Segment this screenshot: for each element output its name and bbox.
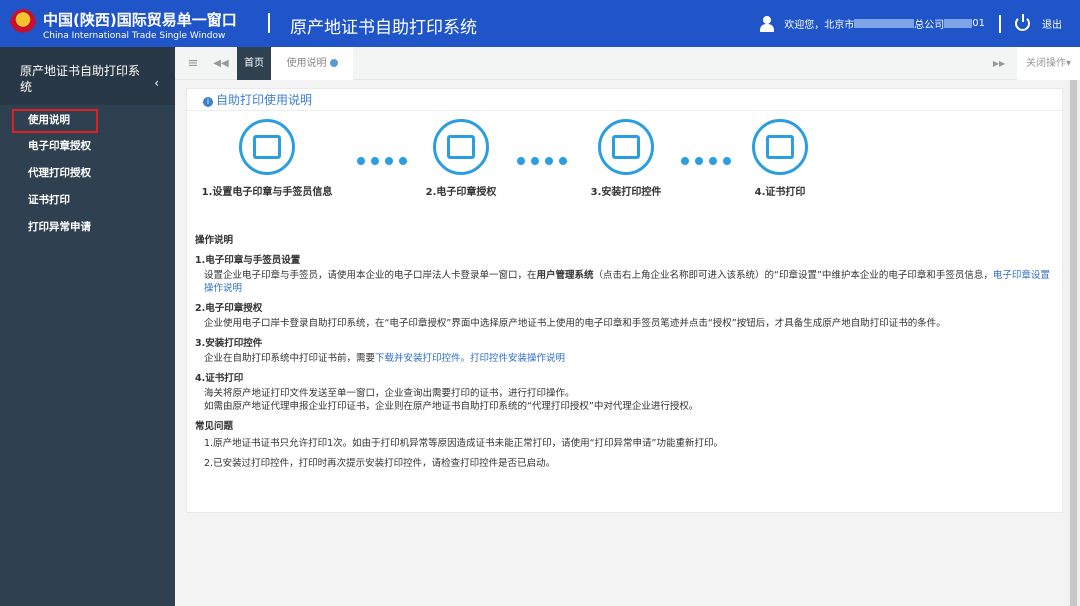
- info-icon: i: [203, 97, 213, 107]
- install-guide-link[interactable]: 打印控件安装操作说明: [470, 353, 565, 364]
- sidebar-item-label: 打印异常申请: [28, 221, 91, 233]
- sidebar-item-label: 使用说明: [28, 114, 70, 126]
- divider: [268, 13, 270, 33]
- menu-toggle-icon[interactable]: ≡: [183, 47, 203, 80]
- welcome-text[interactable]: 欢迎您，北京市: [784, 16, 854, 31]
- sidebar-item-usage[interactable]: 使用说明: [12, 109, 98, 133]
- sidebar-item-seal-auth[interactable]: 电子印章授权: [0, 133, 175, 160]
- tab-home[interactable]: 首页: [237, 47, 271, 80]
- document-view-icon: [752, 119, 808, 175]
- sidebar-item-label: 证书打印: [28, 194, 70, 206]
- section-text: 企业使用电子口岸卡登录自助打印系统，在“电子印章授权”界面中选择原产地证书上使用…: [204, 318, 946, 329]
- redacted: [944, 19, 973, 28]
- tab-usage[interactable]: 使用说明: [271, 47, 353, 80]
- logout-button[interactable]: 退出: [1042, 16, 1062, 31]
- power-icon[interactable]: [1015, 14, 1030, 31]
- text: 企业在自助打印系统中打印证书前，需要: [204, 353, 376, 364]
- close-tab-icon[interactable]: [329, 59, 338, 67]
- brand: 中国(陕西)国际贸易单一窗口 China International Trade…: [43, 9, 237, 41]
- close-ops-dropdown[interactable]: 关闭操作▾: [1017, 47, 1080, 80]
- user-area: 欢迎您，北京市 总公司 01 退出: [760, 0, 1080, 47]
- step-1: 1.设置电子印章与手签员信息: [187, 119, 347, 198]
- help-panel: i 自助打印使用说明 1.设置电子印章与手签员信息 2.电子印章授权 3.安装打印…: [186, 88, 1063, 513]
- section-text: 设置企业电子印章与手签员，请使用本企业的电子口岸法人卡登录单一窗口，在用户管理系…: [195, 269, 1054, 295]
- scroll-left-icon[interactable]: ◀◀: [211, 47, 231, 80]
- sidebar-item-label: 代理打印授权: [28, 167, 91, 179]
- brand-en: China International Trade Single Window: [43, 31, 226, 41]
- sidebar-item-proxy-auth[interactable]: 代理打印授权: [0, 160, 175, 187]
- bold-text: 用户管理系统: [536, 270, 594, 281]
- text: （点击右上角企业名称即可进入该系统）的“印章设置”中维护本企业的电子印章和手签员…: [593, 270, 993, 281]
- text: 设置企业电子印章与手签员，请使用本企业的电子口岸法人卡登录单一窗口，在: [204, 270, 537, 281]
- user-id-text: 01: [972, 18, 985, 29]
- tab-label: 使用说明: [286, 58, 327, 69]
- section-title: 4.证书打印: [195, 373, 244, 384]
- section-text: 如需由原产地证代理申报企业打印证书，企业则在原产地证书自助打印系统的“代理打印授…: [204, 401, 699, 412]
- scrollbar[interactable]: [1067, 80, 1080, 606]
- sidebar-item-label: 电子印章授权: [28, 140, 91, 152]
- sidebar-item-print[interactable]: 证书打印: [0, 187, 175, 214]
- top-header: 中国(陕西)国际贸易单一窗口 China International Trade…: [0, 0, 1080, 47]
- download-control-link[interactable]: 下载并安装打印控件。: [375, 353, 470, 364]
- section-title: 1.电子印章与手签员设置: [195, 255, 301, 266]
- close-ops-label: 关闭操作: [1025, 58, 1066, 69]
- sidebar-title: 原产地证书自助打印系统 ‹: [0, 47, 175, 105]
- tab-bar: ≡ ◀◀ 首页 使用说明 ▶▶ 关闭操作▾: [175, 47, 1080, 80]
- chevron-left-icon[interactable]: ‹: [154, 75, 159, 91]
- section-text: 海关将原产地证打印文件发送至单一窗口，企业查询出需要打印的证书，进行打印操作。: [204, 388, 575, 399]
- system-title: 原产地证书自助打印系统: [290, 18, 477, 38]
- computer-settings-icon: [239, 119, 295, 175]
- brand-cn: 中国(陕西)国际贸易单一窗口: [43, 11, 237, 29]
- sidebar-title-text: 原产地证书自助打印系统: [20, 64, 141, 94]
- faq-heading: 常见问题: [195, 421, 234, 432]
- section-title: 2.电子印章授权: [195, 303, 263, 314]
- scrollbar-thumb[interactable]: [1070, 80, 1077, 606]
- sidebar: 原产地证书自助打印系统 ‹ 使用说明 电子印章授权 代理打印授权 证书打印 打印…: [0, 47, 175, 606]
- instructions: 操作说明 1.电子印章与手签员设置 设置企业电子印章与手签员，请使用本企业的电子…: [195, 227, 1054, 470]
- faq-item: 1.原产地证书证书只允许打印1次。如由于打印机异常等原因造成证书未能正常打印，请…: [204, 438, 723, 449]
- logo-icon: [10, 9, 36, 39]
- redacted: [854, 19, 915, 28]
- sidebar-item-exception[interactable]: 打印异常申请: [0, 214, 175, 241]
- keypad-touch-icon: [433, 119, 489, 175]
- section-title: 3.安装打印控件: [195, 338, 263, 349]
- tab-label: 首页: [244, 58, 264, 69]
- step-label: 3.安装打印控件: [590, 187, 662, 198]
- company-text[interactable]: 总公司: [914, 16, 944, 31]
- step-4: 4.证书打印: [700, 119, 860, 198]
- step-label: 2.电子印章授权: [425, 187, 497, 198]
- monitor-check-icon: [598, 119, 654, 175]
- panel-title: i 自助打印使用说明: [187, 89, 1062, 111]
- divider: [999, 14, 1001, 33]
- ops-heading: 操作说明: [195, 235, 234, 246]
- section-text: 企业在自助打印系统中打印证书前，需要下载并安装打印控件。打印控件安装操作说明: [195, 352, 1054, 365]
- step-label: 4.证书打印: [754, 187, 806, 198]
- scroll-right-icon[interactable]: ▶▶: [987, 47, 1011, 80]
- panel-title-text: 自助打印使用说明: [216, 93, 313, 107]
- faq-item: 2.已安装过打印控件，打印时再次提示安装打印控件，请检查打印控件是否已启动。: [204, 458, 556, 469]
- step-label: 1.设置电子印章与手签员信息: [201, 187, 333, 198]
- user-icon: [760, 15, 775, 32]
